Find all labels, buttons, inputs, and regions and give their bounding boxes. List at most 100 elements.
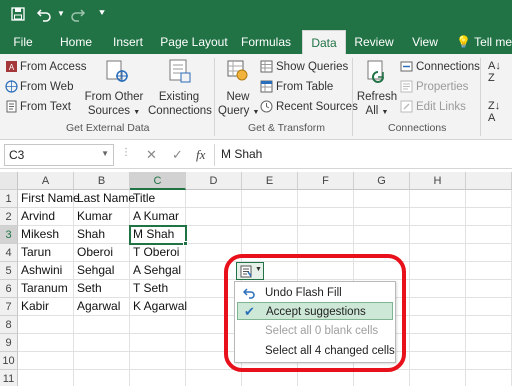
cell-g4[interactable] xyxy=(354,244,410,262)
cell-h7[interactable] xyxy=(410,298,466,316)
cell-h10[interactable] xyxy=(410,352,466,370)
row-header-7[interactable]: 7 xyxy=(0,298,18,316)
resize-handle-icon[interactable]: ⋮ xyxy=(121,147,132,158)
cell-filler[interactable] xyxy=(466,316,512,334)
cell-b6[interactable]: Seth xyxy=(74,280,130,298)
connections-button[interactable]: Connections xyxy=(416,60,480,74)
sort-za-icon[interactable]: Z↓ A xyxy=(488,100,500,124)
cell-a11[interactable] xyxy=(18,370,74,386)
cell-h11[interactable] xyxy=(410,370,466,386)
cell-a5[interactable]: Ashwini xyxy=(18,262,74,280)
select-changed-cells-item[interactable]: Select all 4 changed cells xyxy=(237,342,395,360)
cell-b7[interactable]: Agarwal xyxy=(74,298,130,316)
show-queries-button[interactable]: Show Queries xyxy=(276,60,348,74)
cell-a9[interactable] xyxy=(18,334,74,352)
new-query-button[interactable]: Query ▼ xyxy=(218,104,259,120)
column-header-h[interactable]: H xyxy=(410,172,466,190)
cell-c3[interactable]: M Shah xyxy=(130,226,186,244)
cell-c2[interactable]: A Kumar xyxy=(130,208,186,226)
cell-filler[interactable] xyxy=(466,352,512,370)
cell-a2[interactable]: Arvind xyxy=(18,208,74,226)
cell-c1[interactable]: Title xyxy=(130,190,186,208)
select-blank-cells-item[interactable]: Select all 0 blank cells xyxy=(237,322,393,340)
cell-filler[interactable] xyxy=(466,262,512,280)
cell-b9[interactable] xyxy=(74,334,130,352)
cell-a10[interactable] xyxy=(18,352,74,370)
cell-h6[interactable] xyxy=(410,280,466,298)
chevron-down-icon[interactable]: ▼ xyxy=(101,149,109,158)
tab-file[interactable]: File xyxy=(6,30,40,54)
cell-c7[interactable]: K Agarwal xyxy=(130,298,187,316)
cell-b11[interactable] xyxy=(74,370,130,386)
cell-c6[interactable]: T Seth xyxy=(130,280,186,298)
cell-d11[interactable] xyxy=(186,370,242,386)
cell-e1[interactable] xyxy=(242,190,298,208)
cell-a7[interactable]: Kabir xyxy=(18,298,74,316)
tab-data[interactable]: Data xyxy=(302,30,346,54)
cell-h2[interactable] xyxy=(410,208,466,226)
cell-c11[interactable] xyxy=(130,370,186,386)
existing-connections-label-2[interactable]: Connections xyxy=(148,104,212,118)
row-header-10[interactable]: 10 xyxy=(0,352,18,370)
cell-a6[interactable]: Taranum xyxy=(18,280,74,298)
cell-a3[interactable]: Mikesh xyxy=(18,226,74,244)
cell-h1[interactable] xyxy=(410,190,466,208)
row-header-5[interactable]: 5 xyxy=(0,262,18,280)
row-header-2[interactable]: 2 xyxy=(0,208,18,226)
new-query-label-1[interactable]: New xyxy=(220,90,256,104)
row-header-9[interactable]: 9 xyxy=(0,334,18,352)
cell-d3[interactable] xyxy=(186,226,242,244)
insert-function-button[interactable]: fx xyxy=(196,147,205,163)
cell-e3[interactable] xyxy=(242,226,298,244)
tab-insert[interactable]: Insert xyxy=(108,30,148,54)
row-header-11[interactable]: 11 xyxy=(0,370,18,386)
cell-a4[interactable]: Tarun xyxy=(18,244,74,262)
cell-d2[interactable] xyxy=(186,208,242,226)
cell-f3[interactable] xyxy=(298,226,354,244)
cell-f4[interactable] xyxy=(298,244,354,262)
tell-me-box[interactable]: 💡 Tell me xyxy=(456,30,512,54)
cell-a1[interactable]: First Name xyxy=(18,190,80,208)
cell-f11[interactable] xyxy=(298,370,354,386)
cell-h4[interactable] xyxy=(410,244,466,262)
cell-g3[interactable] xyxy=(354,226,410,244)
cell-b10[interactable] xyxy=(74,352,130,370)
from-access-button[interactable]: From Access xyxy=(20,60,86,74)
cell-e4[interactable] xyxy=(242,244,298,262)
cell-filler[interactable] xyxy=(466,208,512,226)
accept-suggestions-item[interactable]: ✔ Accept suggestions xyxy=(237,302,393,320)
name-box[interactable]: C3 ▼ xyxy=(4,144,114,166)
cell-filler[interactable] xyxy=(466,370,512,386)
cell-g11[interactable] xyxy=(354,370,410,386)
flash-fill-options-button[interactable]: ▼ xyxy=(236,262,264,280)
row-header-8[interactable]: 8 xyxy=(0,316,18,334)
cell-e2[interactable] xyxy=(242,208,298,226)
cell-b5[interactable]: Sehgal xyxy=(74,262,130,280)
cell-c4[interactable]: T Oberoi xyxy=(130,244,186,262)
column-header-d[interactable]: D xyxy=(186,172,242,190)
cell-c10[interactable] xyxy=(130,352,186,370)
cell-h8[interactable] xyxy=(410,316,466,334)
recent-sources-button[interactable]: Recent Sources xyxy=(276,100,358,114)
cell-e11[interactable] xyxy=(242,370,298,386)
cell-f5[interactable] xyxy=(298,262,354,280)
tab-view[interactable]: View xyxy=(406,30,444,54)
tab-formulas[interactable]: Formulas xyxy=(236,30,296,54)
fill-handle[interactable] xyxy=(183,241,188,246)
cell-filler[interactable] xyxy=(466,226,512,244)
cell-filler[interactable] xyxy=(466,244,512,262)
cell-b1[interactable]: Last Name xyxy=(74,190,135,208)
cell-b3[interactable]: Shah xyxy=(74,226,130,244)
row-header-6[interactable]: 6 xyxy=(0,280,18,298)
edit-links-button[interactable]: Edit Links xyxy=(416,100,466,114)
from-other-sources-label-1[interactable]: From Other xyxy=(84,90,144,104)
row-header-1[interactable]: 1 xyxy=(0,190,18,208)
cell-b4[interactable]: Oberoi xyxy=(74,244,130,262)
enter-icon[interactable]: ✓ xyxy=(172,147,183,163)
cell-g2[interactable] xyxy=(354,208,410,226)
cell-b2[interactable]: Kumar xyxy=(74,208,130,226)
row-header-3[interactable]: 3 xyxy=(0,226,18,244)
cell-d5[interactable] xyxy=(186,262,242,280)
cell-c8[interactable] xyxy=(130,316,186,334)
column-header-f[interactable]: F xyxy=(298,172,354,190)
